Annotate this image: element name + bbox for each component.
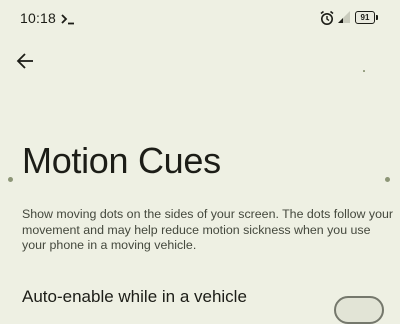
battery-icon: 91 [355, 11, 378, 24]
page-title: Motion Cues [22, 140, 221, 181]
auto-enable-toggle[interactable] [334, 296, 384, 324]
motion-cue-dot [363, 70, 365, 72]
status-bar: 10:18 91 [0, 0, 400, 32]
motion-cue-dot [8, 177, 13, 182]
setting-label: Auto-enable while in a vehicle [22, 287, 247, 306]
terminal-icon [61, 12, 75, 25]
alarm-icon [319, 10, 335, 26]
auto-enable-setting[interactable]: Auto-enable while in a vehicle [0, 283, 400, 324]
page-description: Show moving dots on the sides of your sc… [22, 207, 393, 252]
signal-icon [337, 10, 351, 24]
motion-cue-dot [385, 177, 390, 182]
back-button[interactable] [10, 48, 40, 78]
status-time: 10:18 [20, 10, 57, 26]
arrow-left-icon [16, 52, 34, 75]
